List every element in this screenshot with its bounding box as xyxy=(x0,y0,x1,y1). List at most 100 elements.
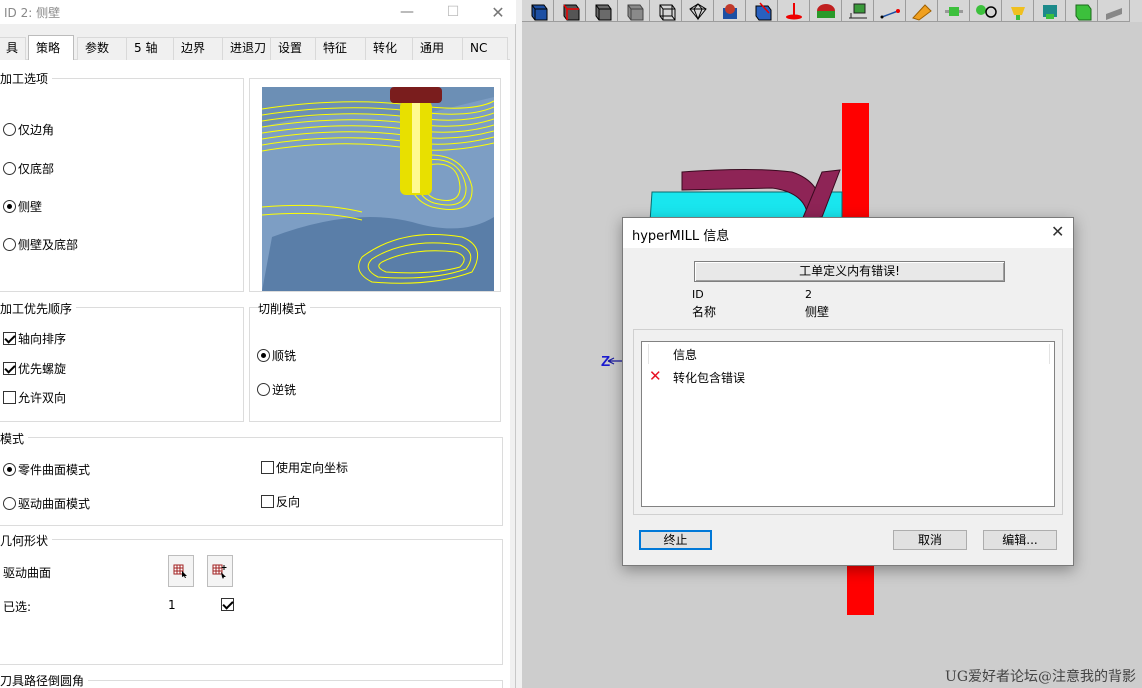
add-drive-surface-button[interactable] xyxy=(207,555,233,587)
edit-button[interactable]: 编辑... xyxy=(983,530,1057,550)
error-x-icon: ✕ xyxy=(649,367,662,385)
view-transparent-icon[interactable] xyxy=(746,0,778,22)
cut-mode-label: 切削模式 xyxy=(258,300,311,317)
check-spiral-priority[interactable]: 优先螺旋 xyxy=(3,360,66,377)
tab-approach-retract[interactable]: 进退刀 xyxy=(222,37,271,60)
tab-parameters[interactable]: 参数 xyxy=(77,37,127,60)
messages-list[interactable]: 信息 ✕ 转化包含错误 xyxy=(641,341,1055,507)
mode-group xyxy=(0,437,503,526)
checkbox-icon xyxy=(261,495,274,508)
job-window: ID 2: 侧壁 — ☐ ✕ 具 策略 参数 5 轴 边界 进退刀 设置 特征 … xyxy=(0,0,516,688)
info-dialog-title: hyperMILL 信息 xyxy=(632,229,730,244)
option-part-surface-mode[interactable]: 零件曲面模式 xyxy=(3,461,90,478)
selected-checkbox[interactable] xyxy=(221,598,234,611)
view-shade-orange-icon[interactable] xyxy=(906,0,938,22)
select-surface-icon xyxy=(173,564,187,578)
id-label: ID xyxy=(692,288,704,301)
cancel-button[interactable]: 取消 xyxy=(893,530,967,550)
message-text: 转化包含错误 xyxy=(673,371,746,385)
machining-options-label: 加工选项 xyxy=(0,70,53,87)
view-toolbar xyxy=(522,0,1142,22)
radio-selected-icon xyxy=(257,349,270,362)
toolpath-fillet-label: 刀具路径倒圆角 xyxy=(0,672,89,688)
option-floor-only[interactable]: 仅底部 xyxy=(3,160,54,177)
cut-mode-group xyxy=(249,307,501,422)
view-section-icon[interactable] xyxy=(778,0,810,22)
job-window-title: ID 2: 侧壁 xyxy=(4,6,61,20)
maximize-icon[interactable]: ☐ xyxy=(430,0,476,24)
message-row[interactable]: ✕ 转化包含错误 xyxy=(642,367,1054,386)
tab-boundary[interactable]: 边界 xyxy=(173,37,223,60)
check-use-frame[interactable]: 使用定向坐标 xyxy=(261,459,348,476)
option-drive-surface-mode[interactable]: 驱动曲面模式 xyxy=(3,495,90,512)
check-reverse[interactable]: 反向 xyxy=(261,493,300,510)
tab-features[interactable]: 特征 xyxy=(315,37,366,60)
view-gray-solid-icon[interactable] xyxy=(586,0,618,22)
view-more-icon[interactable] xyxy=(1098,0,1130,22)
radio-icon xyxy=(3,123,16,136)
check-allow-bidirectional[interactable]: 允许双向 xyxy=(3,389,66,406)
name-label: 名称 xyxy=(692,305,717,319)
view-machine-icon[interactable] xyxy=(1034,0,1066,22)
mode-label: 模式 xyxy=(0,430,29,447)
fixture-upper xyxy=(842,103,869,223)
drive-surface-label: 驱动曲面 xyxy=(3,566,52,580)
view-hidden-lines-icon[interactable] xyxy=(682,0,714,22)
tab-nc[interactable]: NC xyxy=(462,37,508,60)
tab-tool[interactable]: 具 xyxy=(0,37,26,60)
watermark: UG爱好者论坛@注意我的背影 xyxy=(945,669,1136,685)
strategy-preview-frame xyxy=(249,78,501,292)
option-sidewall-and-floor[interactable]: 侧壁及底部 xyxy=(3,236,78,253)
name-value: 侧壁 xyxy=(805,305,830,319)
checkbox-icon xyxy=(261,461,274,474)
machining-priority-label: 加工优先顺序 xyxy=(0,300,77,317)
messages-header-label: 信息 xyxy=(673,348,698,362)
machining-options-group xyxy=(0,78,244,292)
fixture-lower xyxy=(847,562,874,615)
close-icon[interactable]: ✕ xyxy=(475,0,521,24)
view-fixture-icon[interactable] xyxy=(842,0,874,22)
info-dialog: hyperMILL 信息 ✕ 工单定义内有错误! ID 2 名称 侧壁 信息 ✕… xyxy=(622,217,1074,566)
view-axes-icon[interactable] xyxy=(874,0,906,22)
messages-header: 信息 xyxy=(642,342,1054,364)
add-surface-icon xyxy=(212,564,227,579)
checkbox-checked-icon xyxy=(3,362,16,375)
view-shaded-icon[interactable] xyxy=(522,0,554,22)
radio-selected-icon xyxy=(3,463,16,476)
view-wireframe-icon[interactable] xyxy=(650,0,682,22)
view-material-icon[interactable] xyxy=(714,0,746,22)
view-green-tool-icon[interactable] xyxy=(938,0,970,22)
z-axis-label: Z xyxy=(601,353,610,370)
checkbox-icon xyxy=(3,391,16,404)
view-edges-icon[interactable] xyxy=(554,0,586,22)
view-smooth-solid-icon[interactable] xyxy=(618,0,650,22)
toolpath-preview-image xyxy=(262,87,494,291)
radio-selected-icon xyxy=(3,200,16,213)
checkbox-checked-icon xyxy=(3,332,16,345)
radio-icon xyxy=(3,162,16,175)
error-banner: 工单定义内有错误! xyxy=(694,261,1005,282)
geometry-group xyxy=(0,539,503,665)
close-icon[interactable]: ✕ xyxy=(1051,222,1064,241)
option-conventional[interactable]: 逆铣 xyxy=(257,381,296,398)
tab-strategy[interactable]: 策略 xyxy=(28,35,74,61)
tab-5axis[interactable]: 5 轴 xyxy=(126,37,174,60)
option-sidewall[interactable]: 侧壁 xyxy=(3,198,42,215)
option-corners-only[interactable]: 仅边角 xyxy=(3,121,54,138)
job-titlebar: ID 2: 侧壁 — ☐ ✕ xyxy=(0,0,516,24)
view-holder-icon[interactable] xyxy=(1002,0,1034,22)
check-axial-sort[interactable]: 轴向排序 xyxy=(3,330,66,347)
tab-settings[interactable]: 设置 xyxy=(270,37,316,60)
option-climb[interactable]: 顺铣 xyxy=(257,347,296,364)
tab-transformation[interactable]: 转化 xyxy=(365,37,413,60)
view-toolpath-icon[interactable] xyxy=(970,0,1002,22)
view-stock-icon[interactable] xyxy=(810,0,842,22)
select-drive-surface-button[interactable] xyxy=(168,555,194,587)
radio-icon xyxy=(3,238,16,251)
selected-label: 已选: xyxy=(3,600,32,614)
view-simulation-icon[interactable] xyxy=(1066,0,1098,22)
minimize-icon[interactable]: — xyxy=(384,0,430,24)
radio-icon xyxy=(3,497,16,510)
abort-button[interactable]: 终止 xyxy=(639,530,712,550)
tab-general[interactable]: 通用 xyxy=(412,37,463,60)
